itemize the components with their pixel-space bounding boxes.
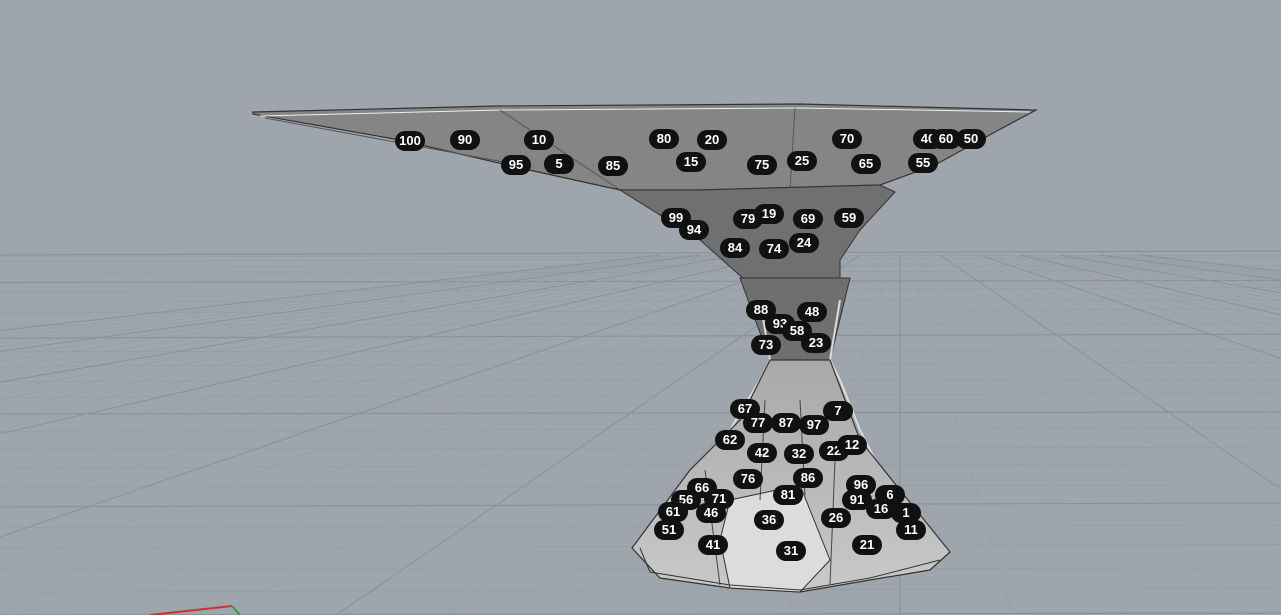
point-label: 69 bbox=[793, 209, 823, 229]
point-label: 25 bbox=[787, 151, 817, 171]
point-label: 55 bbox=[908, 153, 938, 173]
point-label: 87 bbox=[771, 413, 801, 433]
point-label: 73 bbox=[751, 335, 781, 355]
point-label: 20 bbox=[697, 130, 727, 150]
point-label: 15 bbox=[676, 152, 706, 172]
point-label: 62 bbox=[715, 430, 745, 450]
point-label: 70 bbox=[832, 129, 862, 149]
point-label: 10 bbox=[524, 130, 554, 150]
point-label: 23 bbox=[801, 333, 831, 353]
point-label: 31 bbox=[776, 541, 806, 561]
point-label: 21 bbox=[852, 535, 882, 555]
point-label: 19 bbox=[754, 204, 784, 224]
point-label: 59 bbox=[834, 208, 864, 228]
point-label: 86 bbox=[793, 468, 823, 488]
point-label: 26 bbox=[821, 508, 851, 528]
point-label: 65 bbox=[851, 154, 881, 174]
point-label: 42 bbox=[747, 443, 777, 463]
point-label: 76 bbox=[733, 469, 763, 489]
point-label: 11 bbox=[896, 520, 926, 540]
point-label: 80 bbox=[649, 129, 679, 149]
point-label: 77 bbox=[743, 413, 773, 433]
point-label: 74 bbox=[759, 239, 789, 259]
world-axis-indicator bbox=[149, 605, 241, 615]
point-label: 75 bbox=[747, 155, 777, 175]
point-label: 90 bbox=[450, 130, 480, 150]
rhino-perspective-viewport[interactable]: 100 90 10 80 20 70 40 60 50 95 5 85 15 75 25 65 55 99 94 79… bbox=[0, 0, 1281, 615]
point-label: 95 bbox=[501, 155, 531, 175]
point-label: 24 bbox=[789, 233, 819, 253]
point-label: 85 bbox=[598, 156, 628, 176]
point-label: 36 bbox=[754, 510, 784, 530]
point-label: 46 bbox=[696, 503, 726, 523]
point-label: 51 bbox=[654, 520, 684, 540]
point-label: 7 bbox=[823, 401, 853, 421]
point-label: 81 bbox=[773, 485, 803, 505]
point-label: 50 bbox=[956, 129, 986, 149]
point-label: 12 bbox=[837, 435, 867, 455]
point-label: 97 bbox=[799, 415, 829, 435]
point-label: 100 bbox=[395, 131, 425, 151]
point-label: 5 bbox=[544, 154, 574, 174]
point-label: 48 bbox=[797, 302, 827, 322]
point-label: 61 bbox=[658, 502, 688, 522]
point-label: 84 bbox=[720, 238, 750, 258]
point-label: 41 bbox=[698, 535, 728, 555]
point-label: 32 bbox=[784, 444, 814, 464]
viewport-scene bbox=[0, 103, 1281, 615]
construction-grid bbox=[0, 250, 1281, 615]
point-label: 94 bbox=[679, 220, 709, 240]
